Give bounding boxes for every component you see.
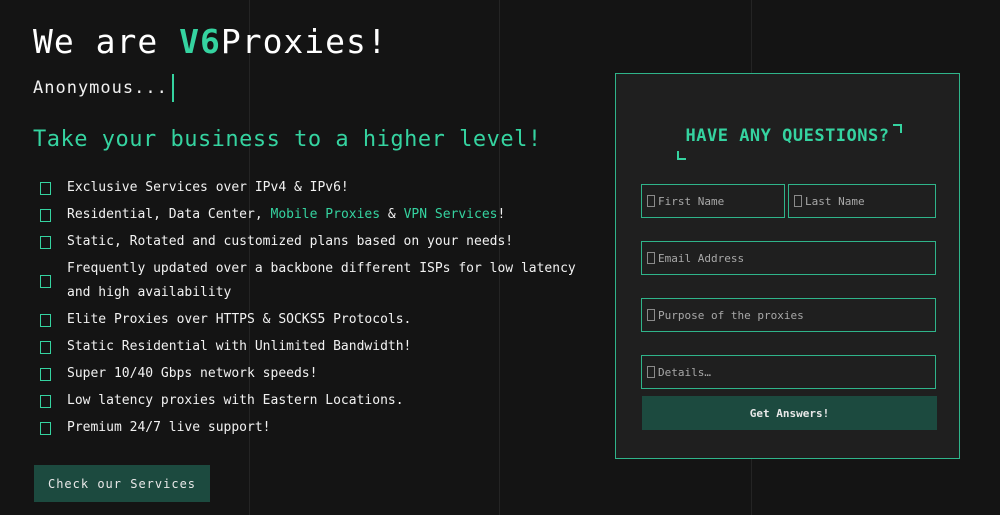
placeholder-glyph-icon (647, 252, 655, 264)
typing-text: Anonymous... (33, 78, 168, 98)
feature-link[interactable]: Mobile Proxies (271, 207, 381, 222)
hero-title-brand: V6 (179, 22, 221, 61)
hero-title-prefix: We are (33, 22, 180, 61)
typing-caret (171, 74, 174, 102)
purpose-field[interactable]: Purpose of the proxies (641, 298, 936, 332)
feature-text-segment: Super 10/40 Gbps network speeds! (67, 366, 318, 381)
feature-item: Elite Proxies over HTTPS & SOCKS5 Protoc… (33, 308, 593, 332)
feature-item: Low latency proxies with Eastern Locatio… (33, 389, 593, 413)
feature-text-segment: ! (497, 207, 506, 222)
checkbox-icon (40, 208, 51, 222)
placeholder-glyph-icon (647, 366, 655, 378)
feature-text-segment: Elite Proxies over HTTPS & SOCKS5 Protoc… (67, 312, 412, 327)
feature-text: Static Residential with Unlimited Bandwi… (67, 335, 593, 359)
feature-text-segment: & (380, 207, 404, 222)
form-heading: HAVE ANY QUESTIONS? (685, 126, 890, 146)
feature-text-segment: Residential, Data Center, (67, 207, 271, 222)
feature-text: Elite Proxies over HTTPS & SOCKS5 Protoc… (67, 308, 593, 332)
feature-list: Exclusive Services over IPv4 & IPv6! Resi… (33, 176, 593, 443)
feature-item: Super 10/40 Gbps network speeds! (33, 362, 593, 386)
hero-title-suffix: Proxies! (220, 22, 388, 61)
checkbox-icon (40, 394, 51, 408)
feature-text-segment: Exclusive Services over IPv4 & IPv6! (67, 180, 349, 195)
check-services-button[interactable]: Check our Services (34, 465, 210, 502)
checkbox-icon (40, 340, 51, 354)
feature-text-segment: Premium 24/7 live support! (67, 420, 271, 435)
feature-text-segment: Static, Rotated and customized plans bas… (67, 234, 514, 249)
feature-text: Low latency proxies with Eastern Locatio… (67, 389, 593, 413)
feature-text: Residential, Data Center, Mobile Proxies… (67, 203, 593, 227)
checkbox-icon (40, 313, 51, 327)
email-placeholder: Email Address (658, 251, 745, 265)
checkbox-icon (40, 421, 51, 435)
first-name-placeholder: First Name (658, 194, 725, 208)
placeholder-glyph-icon (647, 309, 655, 321)
last-name-field[interactable]: Last Name (788, 184, 936, 218)
feature-item: Static Residential with Unlimited Bandwi… (33, 335, 593, 359)
feature-text: Premium 24/7 live support! (67, 416, 593, 440)
first-name-field[interactable]: First Name (641, 184, 785, 218)
checkbox-icon (40, 274, 51, 288)
feature-item: Frequently updated over a backbone diffe… (33, 257, 593, 305)
feature-text-segment: Low latency proxies with Eastern Locatio… (67, 393, 404, 408)
feature-text-segment: Static Residential with Unlimited Bandwi… (67, 339, 412, 354)
checkbox-icon (40, 235, 51, 249)
feature-link[interactable]: VPN Services (404, 207, 498, 222)
feature-item: Exclusive Services over IPv4 & IPv6! (33, 176, 593, 200)
hero-title: We are V6Proxies! (33, 22, 388, 61)
purpose-placeholder: Purpose of the proxies (658, 308, 804, 322)
last-name-placeholder: Last Name (805, 194, 865, 208)
feature-item: Residential, Data Center, Mobile Proxies… (33, 203, 593, 227)
email-field[interactable]: Email Address (641, 241, 936, 275)
details-field[interactable]: Details… (641, 355, 936, 389)
placeholder-glyph-icon (647, 195, 655, 207)
feature-item: Premium 24/7 live support! (33, 416, 593, 440)
corner-bracket-icon (677, 151, 686, 160)
get-answers-button[interactable]: Get Answers! (642, 396, 937, 430)
feature-text: Static, Rotated and customized plans bas… (67, 230, 593, 254)
feature-item: Static, Rotated and customized plans bas… (33, 230, 593, 254)
tagline: Take your business to a higher level! (33, 127, 542, 152)
feature-text: Frequently updated over a backbone diffe… (67, 257, 593, 305)
checkbox-icon (40, 181, 51, 195)
placeholder-glyph-icon (794, 195, 802, 207)
feature-text: Super 10/40 Gbps network speeds! (67, 362, 593, 386)
details-placeholder: Details… (658, 365, 711, 379)
page: We are V6Proxies! Anonymous... Take your… (0, 0, 1000, 515)
typing-text-container: Anonymous... (33, 73, 174, 103)
contact-form: HAVE ANY QUESTIONS? First Name Last Name… (615, 73, 960, 459)
feature-text: Exclusive Services over IPv4 & IPv6! (67, 176, 593, 200)
feature-text-segment: Frequently updated over a backbone diffe… (67, 261, 576, 300)
checkbox-icon (40, 367, 51, 381)
